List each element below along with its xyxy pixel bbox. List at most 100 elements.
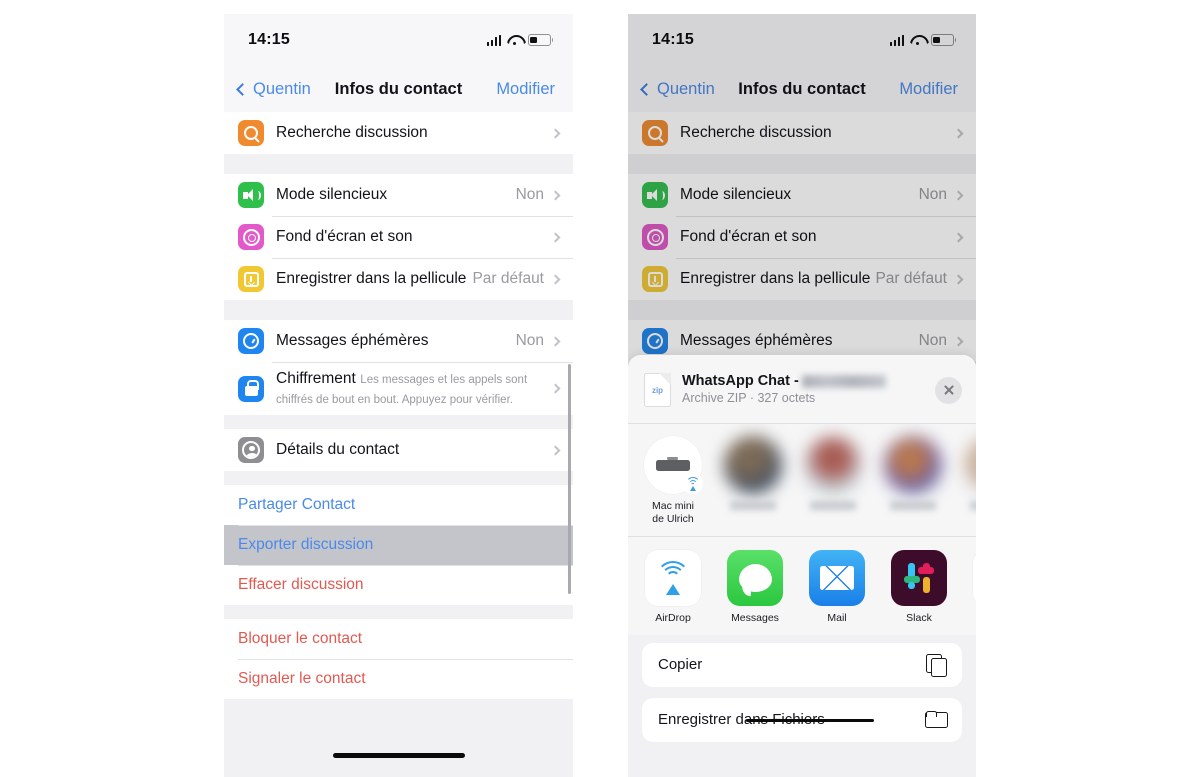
share-app-airdrop[interactable]: AirDrop [642, 549, 704, 624]
share-app-label: AirDrop [655, 611, 691, 624]
wifi-icon [507, 35, 522, 46]
share-apps-row[interactable]: AirDrop Messages Mail Slack [628, 536, 976, 635]
airdrop-icon [645, 549, 701, 606]
share-app-label: Mail [827, 611, 847, 624]
download-icon [238, 266, 264, 292]
row-mode-silencieux[interactable]: Mode silencieux Non [628, 174, 976, 216]
row-enregistrer-pellicule[interactable]: Enregistrer dans la pellicule Par défaut [224, 258, 573, 300]
row-label: Fond d'écran et son [276, 228, 413, 245]
close-button[interactable] [935, 376, 962, 404]
redacted-label [970, 501, 976, 510]
settings-list-left: Recherche discussion Mode silencieux Non… [224, 112, 573, 777]
row-recherche-discussion[interactable]: Recherche discussion [628, 112, 976, 154]
chevron-right-icon [550, 383, 561, 394]
back-button[interactable]: Quentin [640, 79, 715, 99]
status-bar-left: 14:15 [224, 14, 573, 66]
row-label: Messages éphémères [680, 332, 833, 349]
row-mode-silencieux[interactable]: Mode silencieux Non [224, 174, 573, 216]
action-label: Copier [658, 656, 703, 674]
row-value: Non [918, 186, 947, 203]
row-chiffrement[interactable]: Chiffrement Les messages et les appels s… [224, 362, 573, 416]
share-app-label: Messages [731, 611, 779, 624]
action-copier[interactable]: Copier [642, 643, 962, 687]
airdrop-target-blurred-1[interactable] [722, 436, 784, 510]
phone-screenshot-right: 14:15 Quentin Infos du contact Modifier [628, 14, 976, 777]
row-enregistrer-pellicule[interactable]: Enregistrer dans la pellicule Par défaut [628, 258, 976, 300]
avatar [964, 436, 976, 494]
row-fond-decran-et-son[interactable]: Fond d'écran et son [224, 216, 573, 258]
row-details-du-contact[interactable]: Détails du contact [224, 429, 573, 472]
vertical-scrollbar[interactable] [568, 364, 571, 594]
status-bar-indicators [889, 34, 957, 46]
list-gap [224, 154, 573, 174]
edit-button[interactable]: Modifier [496, 80, 555, 99]
airdrop-target-blurred-3[interactable] [882, 436, 944, 510]
row-label: Enregistrer dans la pellicule [680, 270, 871, 287]
share-app-messages[interactable]: Messages [724, 549, 786, 624]
nav-bar-left: Quentin Infos du contact Modifier [224, 66, 573, 112]
edit-button[interactable]: Modifier [899, 80, 958, 99]
action-signaler-le-contact[interactable]: Signaler le contact [224, 659, 573, 700]
battery-icon [931, 34, 957, 46]
redacted-label [730, 501, 776, 510]
row-label: Recherche discussion [276, 124, 428, 141]
action-card-enregistrer-fichiers: Enregistrer dans Fichiers [642, 697, 962, 742]
group-search: Recherche discussion [224, 112, 573, 154]
share-app-slack[interactable]: Slack [888, 549, 950, 624]
status-bar-indicators [486, 34, 554, 46]
group-notifications: Mode silencieux Non Fond d'écran et son … [224, 174, 573, 300]
action-bloquer-le-contact[interactable]: Bloquer le contact [224, 619, 573, 660]
chevron-right-icon [550, 190, 561, 200]
person-icon [238, 437, 264, 464]
mail-icon [809, 549, 865, 606]
list-gap [224, 471, 573, 486]
action-effacer-discussion[interactable]: Effacer discussion [224, 565, 573, 606]
row-fond-decran-et-son[interactable]: Fond d'écran et son [628, 216, 976, 258]
status-bar-time: 14:15 [652, 31, 694, 48]
row-messages-ephemeres[interactable]: Messages éphémères Non [224, 320, 573, 362]
share-app-label: Slack [906, 611, 932, 624]
chevron-right-icon [953, 336, 964, 346]
close-icon [935, 376, 962, 404]
back-button[interactable]: Quentin [236, 79, 311, 99]
zip-file-icon: zip [644, 373, 671, 407]
action-partager-contact[interactable]: Partager Contact [224, 485, 573, 526]
battery-icon [528, 34, 554, 46]
speaker-icon [642, 182, 668, 208]
airdrop-target-mac-mini[interactable]: Mac mini de Ulrich [642, 436, 704, 526]
row-recherche-discussion[interactable]: Recherche discussion [224, 112, 573, 154]
avatar [804, 436, 862, 494]
row-value: Par défaut [472, 270, 544, 287]
chevron-right-icon [550, 232, 561, 242]
share-app-mail[interactable]: Mail [806, 549, 868, 624]
row-label: Recherche discussion [680, 124, 832, 141]
action-exporter-discussion[interactable]: Exporter discussion [224, 525, 573, 566]
action-enregistrer-dans-fichiers[interactable]: Enregistrer dans Fichiers [642, 698, 962, 742]
airdrop-target-label: Mac mini de Ulrich [651, 500, 694, 525]
messages-icon [727, 549, 783, 606]
chevron-right-icon [953, 274, 964, 284]
row-label: Fond d'écran et son [680, 228, 817, 245]
share-file-info: WhatsApp Chat - Archive ZIP · 327 octets [682, 373, 924, 407]
list-gap [628, 300, 976, 320]
share-sheet-header: zip WhatsApp Chat - Archive ZIP · 327 oc… [628, 355, 976, 423]
redacted-contact-name [801, 374, 886, 388]
avatar [884, 436, 942, 494]
list-gap [628, 154, 976, 174]
chevron-left-icon [640, 82, 653, 96]
row-label: Chiffrement [276, 370, 356, 387]
airdrop-badge-icon [682, 473, 703, 494]
airdrop-target-blurred-2[interactable] [802, 436, 864, 510]
group-privacy: Messages éphémères Non Chiffrement Les m… [224, 320, 573, 416]
airdrop-target-blurred-4[interactable] [962, 436, 976, 510]
share-file-title-text: WhatsApp Chat - [682, 373, 799, 389]
timer-icon [238, 328, 264, 354]
share-app-partial[interactable] [970, 549, 976, 624]
cellular-signal-icon [889, 34, 904, 46]
row-value: Non [515, 332, 544, 349]
list-gap [224, 605, 573, 620]
slack-icon [891, 549, 947, 606]
airdrop-targets-row[interactable]: Mac mini de Ulrich [628, 424, 976, 536]
back-button-label: Quentin [657, 79, 715, 98]
back-button-label: Quentin [253, 79, 311, 98]
